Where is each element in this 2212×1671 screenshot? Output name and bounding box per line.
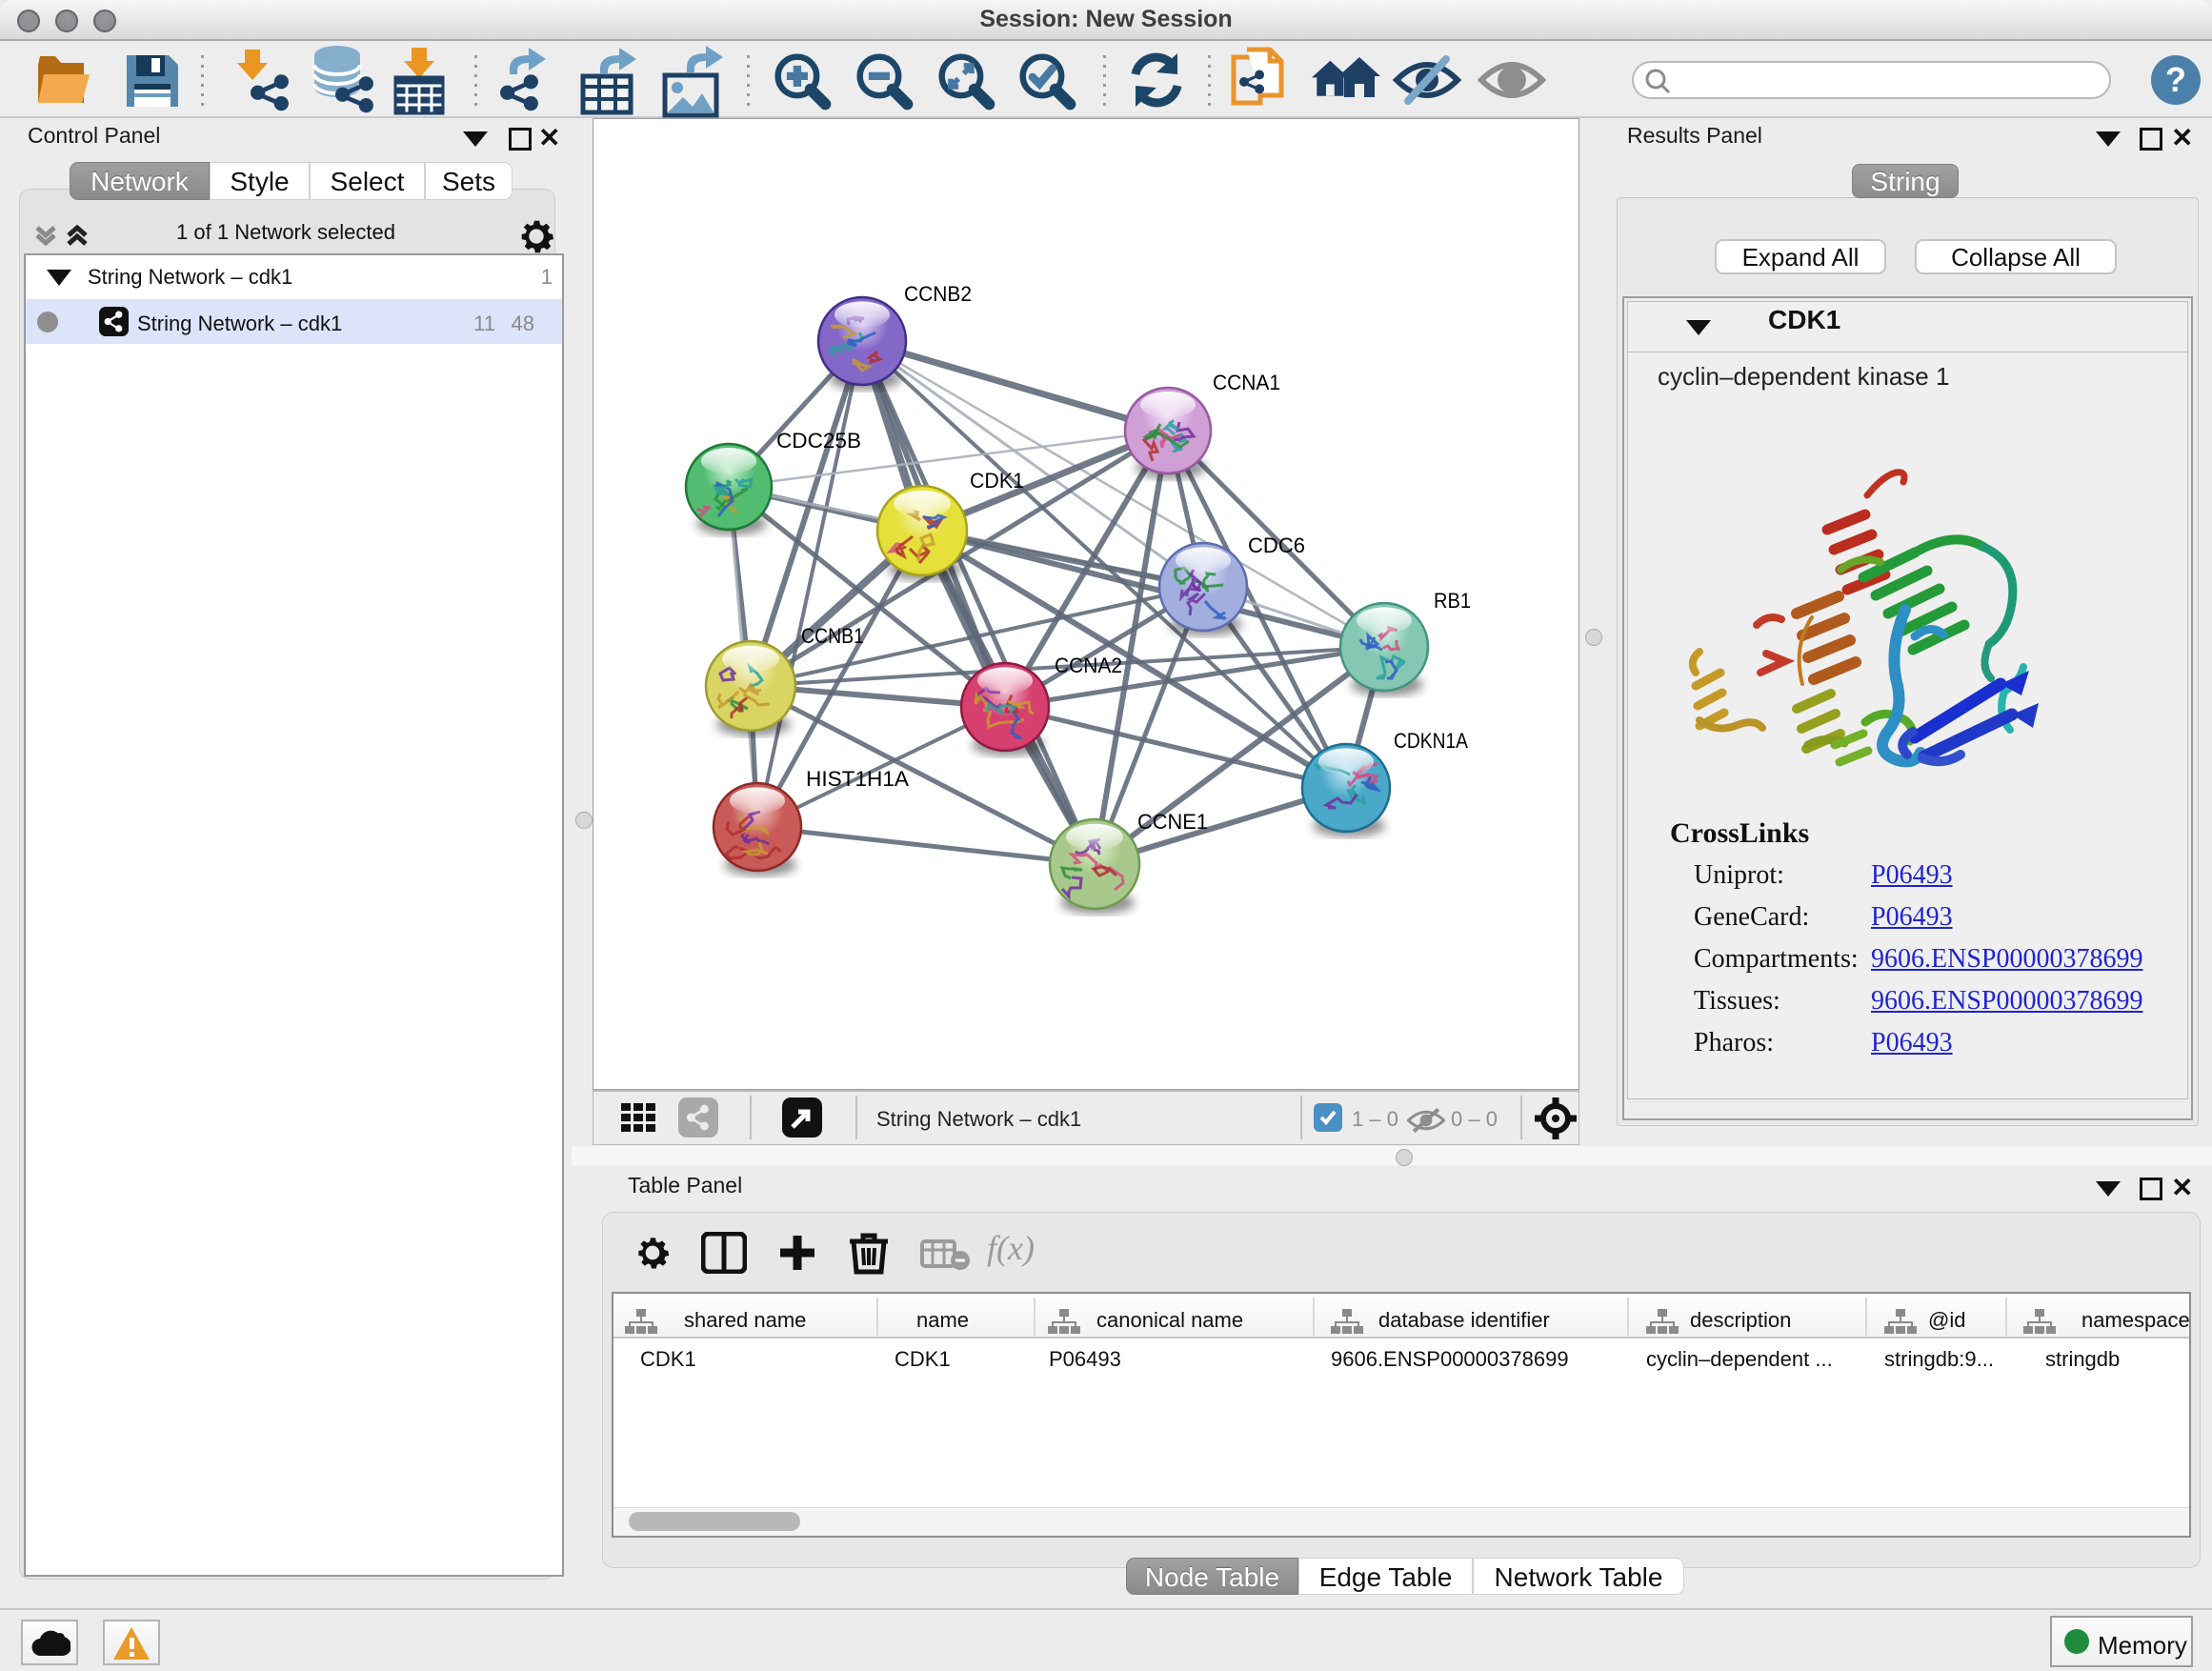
svg-text:CDKN1A: CDKN1A <box>1394 729 1468 753</box>
svg-text:CCNE1: CCNE1 <box>1137 810 1208 834</box>
svg-text:CCNA1: CCNA1 <box>1213 371 1280 394</box>
svg-text:CCNB2: CCNB2 <box>904 282 972 306</box>
svg-text:CCNA2: CCNA2 <box>1055 654 1122 677</box>
svg-text:CDK1: CDK1 <box>970 469 1024 493</box>
svg-text:CDC6: CDC6 <box>1248 534 1305 557</box>
svg-text:HIST1H1A: HIST1H1A <box>806 767 909 791</box>
svg-text:RB1: RB1 <box>1434 589 1471 613</box>
svg-text:CCNB1: CCNB1 <box>801 624 864 648</box>
svg-text:CDC25B: CDC25B <box>776 429 861 453</box>
